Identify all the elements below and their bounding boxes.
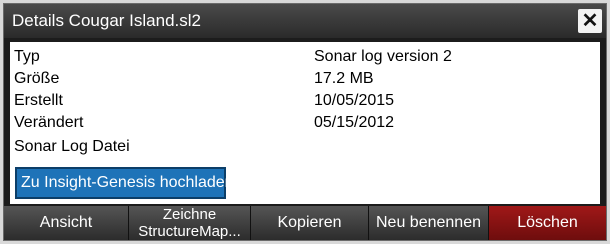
detail-value-size: 17.2 MB xyxy=(314,70,374,87)
file-details-dialog: Details Cougar Island.sl2 ✕ Typ Sonar lo… xyxy=(3,3,607,241)
detail-label-modified: Verändert xyxy=(14,114,84,131)
rename-button[interactable]: Neu benennen xyxy=(369,206,489,240)
view-button-label: Ansicht xyxy=(39,214,93,231)
draw-structuremap-button[interactable]: Zeichne StructureMap... xyxy=(129,206,251,240)
upload-insight-genesis-button[interactable]: Zu Insight-Genesis hochladen xyxy=(15,167,234,199)
draw-button-line2: StructureMap... xyxy=(138,223,241,240)
detail-value-modified: 05/15/2012 xyxy=(314,114,395,131)
copy-button[interactable]: Kopieren xyxy=(251,206,369,240)
draw-button-line1: Zeichne xyxy=(162,206,217,223)
rename-button-label: Neu benennen xyxy=(376,214,481,231)
detail-label-size: Größe xyxy=(14,70,60,87)
detail-label-sonar-log: Sonar Log Datei xyxy=(14,138,130,155)
action-toolbar: Ansicht Zeichne StructureMap... Kopieren… xyxy=(4,206,606,240)
delete-button[interactable]: Löschen xyxy=(489,206,606,240)
detail-value-created: 10/05/2015 xyxy=(314,92,395,109)
dialog-title: Details Cougar Island.sl2 xyxy=(12,11,201,30)
delete-button-label: Löschen xyxy=(517,214,578,231)
details-panel: Typ Sonar log version 2 Größe 17.2 MB Er… xyxy=(10,42,600,204)
detail-value-type: Sonar log version 2 xyxy=(314,48,452,65)
detail-label-created: Erstellt xyxy=(14,92,63,109)
close-icon[interactable]: ✕ xyxy=(578,9,602,33)
title-bar: Details Cougar Island.sl2 ✕ xyxy=(4,4,606,38)
copy-button-label: Kopieren xyxy=(277,214,342,231)
view-button[interactable]: Ansicht xyxy=(4,206,129,240)
detail-label-type: Typ xyxy=(14,48,40,65)
